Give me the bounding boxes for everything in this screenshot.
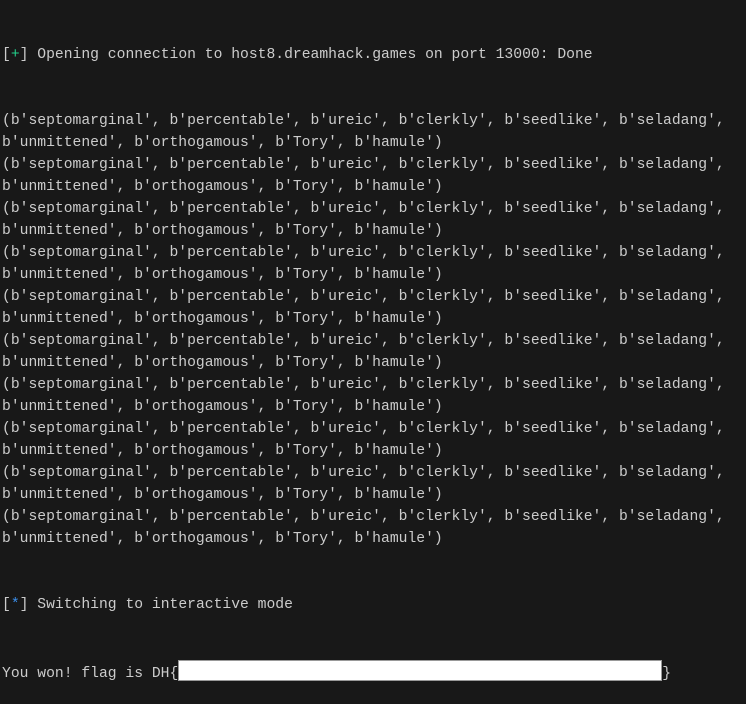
output-line: b'unmittened', b'orthogamous', b'Tory', … [2,311,443,327]
opening-connection-line: [+] Opening connection to host8.dreamhac… [2,44,746,66]
flag-redaction [178,660,663,681]
output-line: b'unmittened', b'orthogamous', b'Tory', … [2,179,443,195]
output-line: b'unmittened', b'orthogamous', b'Tory', … [2,443,443,459]
output-line: (b'septomarginal', b'percentable', b'ure… [2,201,725,217]
output-line: b'unmittened', b'orthogamous', b'Tory', … [2,267,443,283]
output-line: (b'septomarginal', b'percentable', b'ure… [2,421,725,437]
output-line: b'unmittened', b'orthogamous', b'Tory', … [2,223,443,239]
bracket: ] [19,597,29,613]
plus-marker: + [10,47,20,63]
star-marker: * [10,597,20,613]
bracket: [ [2,597,11,613]
output-block: (b'septomarginal', b'percentable', b'ure… [2,110,746,550]
output-line: b'unmittened', b'orthogamous', b'Tory', … [2,531,443,547]
flag-suffix: } [662,666,672,682]
terminal-output: [+] Opening connection to host8.dreamhac… [2,0,746,704]
flag-prefix: You won! flag is DH{ [2,666,179,682]
output-line: (b'septomarginal', b'percentable', b'ure… [2,465,725,481]
flag-line: You won! flag is DH{} [2,660,746,682]
output-line: b'unmittened', b'orthogamous', b'Tory', … [2,487,443,503]
interactive-line: [*] Switching to interactive mode [2,594,746,616]
output-line: (b'septomarginal', b'percentable', b'ure… [2,245,725,261]
output-line: b'unmittened', b'orthogamous', b'Tory', … [2,355,443,371]
output-line: b'unmittened', b'orthogamous', b'Tory', … [2,135,443,151]
output-line: b'unmittened', b'orthogamous', b'Tory', … [2,399,443,415]
output-line: (b'septomarginal', b'percentable', b'ure… [2,509,725,525]
interactive-text: Switching to interactive mode [28,597,293,613]
bracket: [ [2,47,11,63]
output-line: (b'septomarginal', b'percentable', b'ure… [2,157,725,173]
opening-text: Opening connection to host8.dreamhack.ga… [28,47,593,63]
output-line: (b'septomarginal', b'percentable', b'ure… [2,113,725,129]
output-line: (b'septomarginal', b'percentable', b'ure… [2,333,725,349]
output-line: (b'septomarginal', b'percentable', b'ure… [2,377,725,393]
output-line: (b'septomarginal', b'percentable', b'ure… [2,289,725,305]
